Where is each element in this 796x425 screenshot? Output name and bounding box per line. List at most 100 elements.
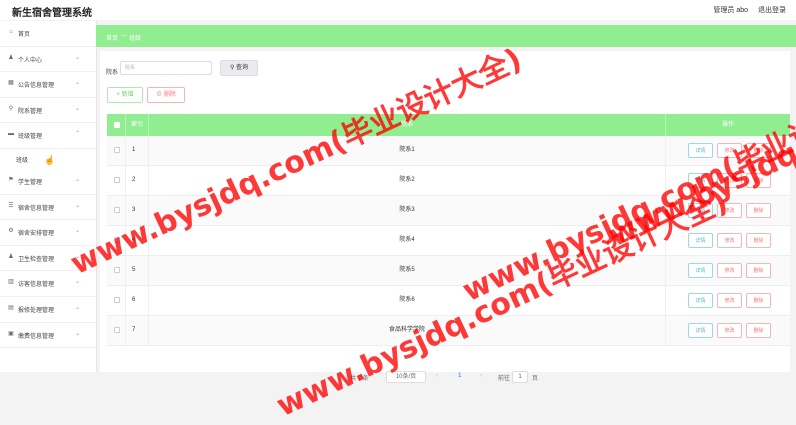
page-unit-label: 页 <box>532 376 539 382</box>
sidebar-subitem-label: 班级 <box>16 157 29 164</box>
search-button-label: 查询 <box>236 65 249 71</box>
delete-button[interactable]: 删除 <box>746 143 771 158</box>
edit-button[interactable]: 修改 <box>717 173 742 188</box>
detail-button[interactable]: 详情 <box>688 173 713 188</box>
sidebar-item-label: 报修处理管理 <box>18 307 55 314</box>
list-icon: ☰ <box>8 202 14 209</box>
chevron-down-icon: ⌄ <box>74 253 80 260</box>
doc-icon: ▤ <box>8 304 14 311</box>
row-checkbox-cell <box>107 316 126 345</box>
search-label: 院系 <box>106 70 119 76</box>
next-page-button[interactable]: › <box>480 373 482 379</box>
sidebar-item-1[interactable]: ♟ 个人中心 ⌄ <box>0 47 96 73</box>
sidebar-item-5[interactable]: ⚑ 学生管理 ⌄ <box>0 169 96 195</box>
delete-button[interactable]: 删除 <box>746 203 771 218</box>
row-checkbox[interactable] <box>114 237 120 243</box>
row-index: 1 <box>126 136 149 165</box>
row-checkbox[interactable] <box>114 327 120 333</box>
chevron-down-icon: ⌄ <box>74 304 80 311</box>
sidebar-item-3[interactable]: ⚲ 院系管理 ⌄ <box>0 98 96 124</box>
sidebar-item-0[interactable]: ⌂ 首页 <box>0 21 96 47</box>
chevron-down-icon: ⌄ <box>74 279 80 286</box>
data-table: 索引 院系 操作 1 院系1 详情 修改 删除 2 院系2 详情 修改 删除 3 院系3 详情 修改 删除 4… <box>107 114 790 346</box>
row-checkbox-cell <box>107 286 126 315</box>
sidebar-item-2[interactable]: ▦ 公告信息管理 ⌄ <box>0 72 96 98</box>
sidebar-item-11[interactable]: ▣ 缴费信息管理 ⌄ <box>0 323 96 349</box>
chevron-down-icon: ⌄ <box>74 80 80 87</box>
breadcrumb-current: 班级 <box>129 36 142 42</box>
edit-button[interactable]: 修改 <box>717 293 742 308</box>
sidebar-item-10[interactable]: ▤ 报修处理管理 ⌄ <box>0 297 96 323</box>
chevron-up-icon: ⌃ <box>74 131 80 138</box>
delete-button[interactable]: 删除 <box>746 263 771 278</box>
goto-label: 前往 <box>498 376 511 382</box>
sidebar-item-8[interactable]: ♟ 卫生检查管理 ⌄ <box>0 246 96 272</box>
row-checkbox[interactable] <box>114 177 120 183</box>
detail-button[interactable]: 详情 <box>688 293 713 308</box>
logout-link[interactable]: 退出登录 <box>758 7 786 14</box>
prev-page-button[interactable]: ‹ <box>436 373 438 379</box>
current-page[interactable]: 1 <box>458 373 461 379</box>
delete-button[interactable]: 删除 <box>746 173 771 188</box>
add-button[interactable]: + 新增 <box>107 87 143 103</box>
detail-button[interactable]: 详情 <box>688 323 713 338</box>
page-size-select[interactable]: 10条/页 <box>386 371 426 383</box>
sidebar-item-6[interactable]: ☰ 宿舍信息管理 ⌄ <box>0 195 96 221</box>
row-checkbox-cell <box>107 256 126 285</box>
table-row: 1 院系1 详情 修改 删除 <box>107 136 790 166</box>
sidebar-item-4[interactable]: ▬ 班级管理 ⌃ <box>0 123 96 149</box>
delete-button[interactable]: 删除 <box>746 233 771 248</box>
row-index: 4 <box>126 226 149 255</box>
breadcrumb: 首页 — 班级 <box>96 25 796 47</box>
main-content: 首页 — 班级 院系 ⚲ 查询 + 新增 ⊘ 删除 索引 院系 操作 1院系1详… <box>96 21 796 383</box>
goto-page-input[interactable]: 1 <box>512 371 528 383</box>
chevron-down-icon: ⌄ <box>74 202 80 209</box>
sidebar-item-label: 访客信息管理 <box>18 282 55 289</box>
user-icon: ♟ <box>8 54 14 61</box>
row-actions: 详情 修改 删除 <box>666 286 790 315</box>
edit-button[interactable]: 修改 <box>717 143 742 158</box>
search-icon: ⚲ <box>8 105 14 112</box>
search-input[interactable] <box>120 61 212 75</box>
row-dept: 院系2 <box>149 166 666 195</box>
table-row: 7 食品科学学院 详情 修改 删除 <box>107 316 790 346</box>
detail-button[interactable]: 详情 <box>688 233 713 248</box>
delete-button[interactable]: 删除 <box>746 293 771 308</box>
row-actions: 详情 修改 删除 <box>666 256 790 285</box>
chevron-down-icon: ⌄ <box>74 54 80 61</box>
breadcrumb-separator: — <box>121 33 127 39</box>
detail-button[interactable]: 详情 <box>688 143 713 158</box>
sidebar-item-label: 学生管理 <box>18 179 43 186</box>
chevron-down-icon: ⌄ <box>74 330 80 337</box>
grid-icon: ▦ <box>8 80 14 87</box>
edit-button[interactable]: 修改 <box>717 203 742 218</box>
row-index: 5 <box>126 256 149 285</box>
content-panel: 院系 ⚲ 查询 + 新增 ⊘ 删除 索引 院系 操作 1院系1详情修改删除2院系… <box>100 51 790 383</box>
row-dept: 院系1 <box>149 136 666 165</box>
table-row: 4 院系4 详情 修改 删除 <box>107 226 790 256</box>
pagination-total: 共 7 条 <box>350 376 369 382</box>
select-all-checkbox[interactable] <box>114 122 120 128</box>
row-index: 2 <box>126 166 149 195</box>
sidebar-item-label: 宿舍信息管理 <box>18 205 55 212</box>
row-checkbox[interactable] <box>114 297 120 303</box>
sidebar-item-label: 公告信息管理 <box>18 83 55 90</box>
sidebar-subitem-class[interactable]: 班级 ☝ <box>0 149 96 169</box>
detail-button[interactable]: 详情 <box>688 203 713 218</box>
bulk-delete-button[interactable]: ⊘ 删除 <box>147 87 185 103</box>
edit-button[interactable]: 修改 <box>717 323 742 338</box>
row-checkbox[interactable] <box>114 147 120 153</box>
sidebar-item-9[interactable]: ▥ 访客信息管理 ⌄ <box>0 271 96 297</box>
detail-button[interactable]: 详情 <box>688 263 713 278</box>
row-checkbox[interactable] <box>114 207 120 213</box>
edit-button[interactable]: 修改 <box>717 263 742 278</box>
breadcrumb-home[interactable]: 首页 <box>106 33 118 42</box>
row-dept: 食品科学学院 <box>149 316 666 345</box>
row-checkbox[interactable] <box>114 267 120 273</box>
table-body: 1 院系1 详情 修改 删除 2 院系2 详情 修改 删除 3 院系3 详情 修改 删除 4 院系4 详情 修改 删除… <box>107 136 790 346</box>
search-button[interactable]: ⚲ 查询 <box>220 60 258 76</box>
row-index: 6 <box>126 286 149 315</box>
edit-button[interactable]: 修改 <box>717 233 742 248</box>
delete-button[interactable]: 删除 <box>746 323 771 338</box>
sidebar-item-7[interactable]: ⚙ 宿舍安排管理 ⌄ <box>0 220 96 246</box>
